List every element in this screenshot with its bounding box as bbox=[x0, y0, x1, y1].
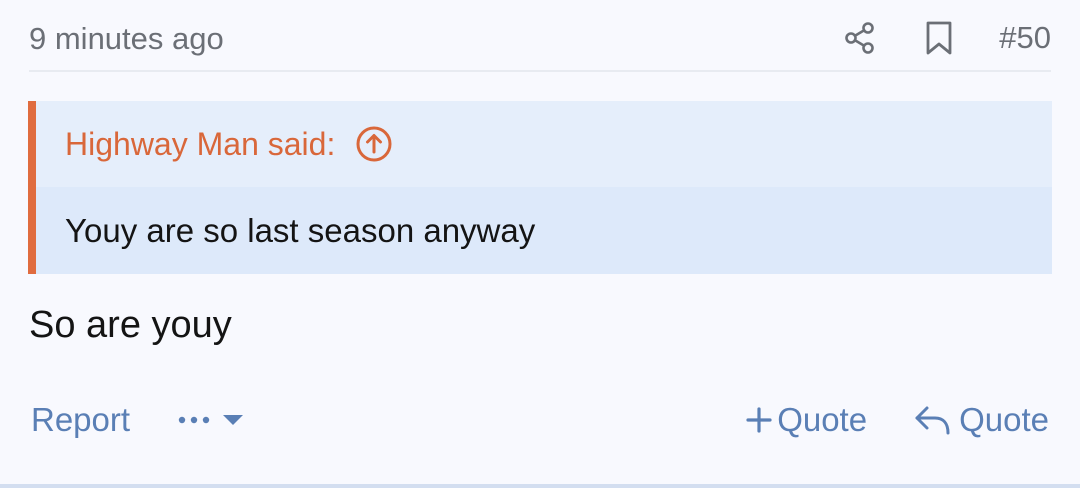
share-button[interactable] bbox=[838, 16, 882, 60]
chevron-down-icon bbox=[223, 415, 244, 425]
quote-attribution[interactable]: Highway Man said: bbox=[36, 101, 1052, 187]
bookmark-button[interactable] bbox=[917, 16, 961, 60]
report-link[interactable]: Report bbox=[31, 401, 130, 439]
plus-icon bbox=[746, 407, 772, 433]
quote-block: Highway Man said: Youy are so last seaso… bbox=[28, 101, 1052, 274]
arrow-up-circle-icon[interactable] bbox=[355, 125, 393, 163]
post-header-actions: #50 bbox=[838, 16, 1051, 60]
bookmark-icon bbox=[926, 21, 952, 55]
more-options-button[interactable] bbox=[177, 413, 245, 427]
reply-quote-button[interactable]: Quote bbox=[913, 401, 1049, 439]
post-header: 9 minutes ago #50 bbox=[29, 0, 1051, 72]
share-icon bbox=[845, 22, 875, 54]
post-divider bbox=[0, 484, 1080, 488]
message-body: So are youy bbox=[29, 304, 232, 346]
quote-content: Youy are so last season anyway bbox=[65, 211, 536, 249]
post-timestamp[interactable]: 9 minutes ago bbox=[29, 20, 224, 58]
post-footer: Report Quote Quote bbox=[31, 395, 1049, 445]
multiquote-button[interactable]: Quote bbox=[745, 401, 867, 439]
quote-author-label: Highway Man said: bbox=[65, 125, 336, 162]
ellipsis-icon bbox=[178, 416, 210, 424]
forum-post: 9 minutes ago #50 Highway Man said: Youy… bbox=[0, 0, 1080, 488]
post-number-link[interactable]: #50 bbox=[999, 16, 1051, 60]
multiquote-label: Quote bbox=[777, 401, 868, 438]
reply-icon bbox=[915, 406, 950, 435]
reply-quote-label: Quote bbox=[959, 401, 1049, 438]
